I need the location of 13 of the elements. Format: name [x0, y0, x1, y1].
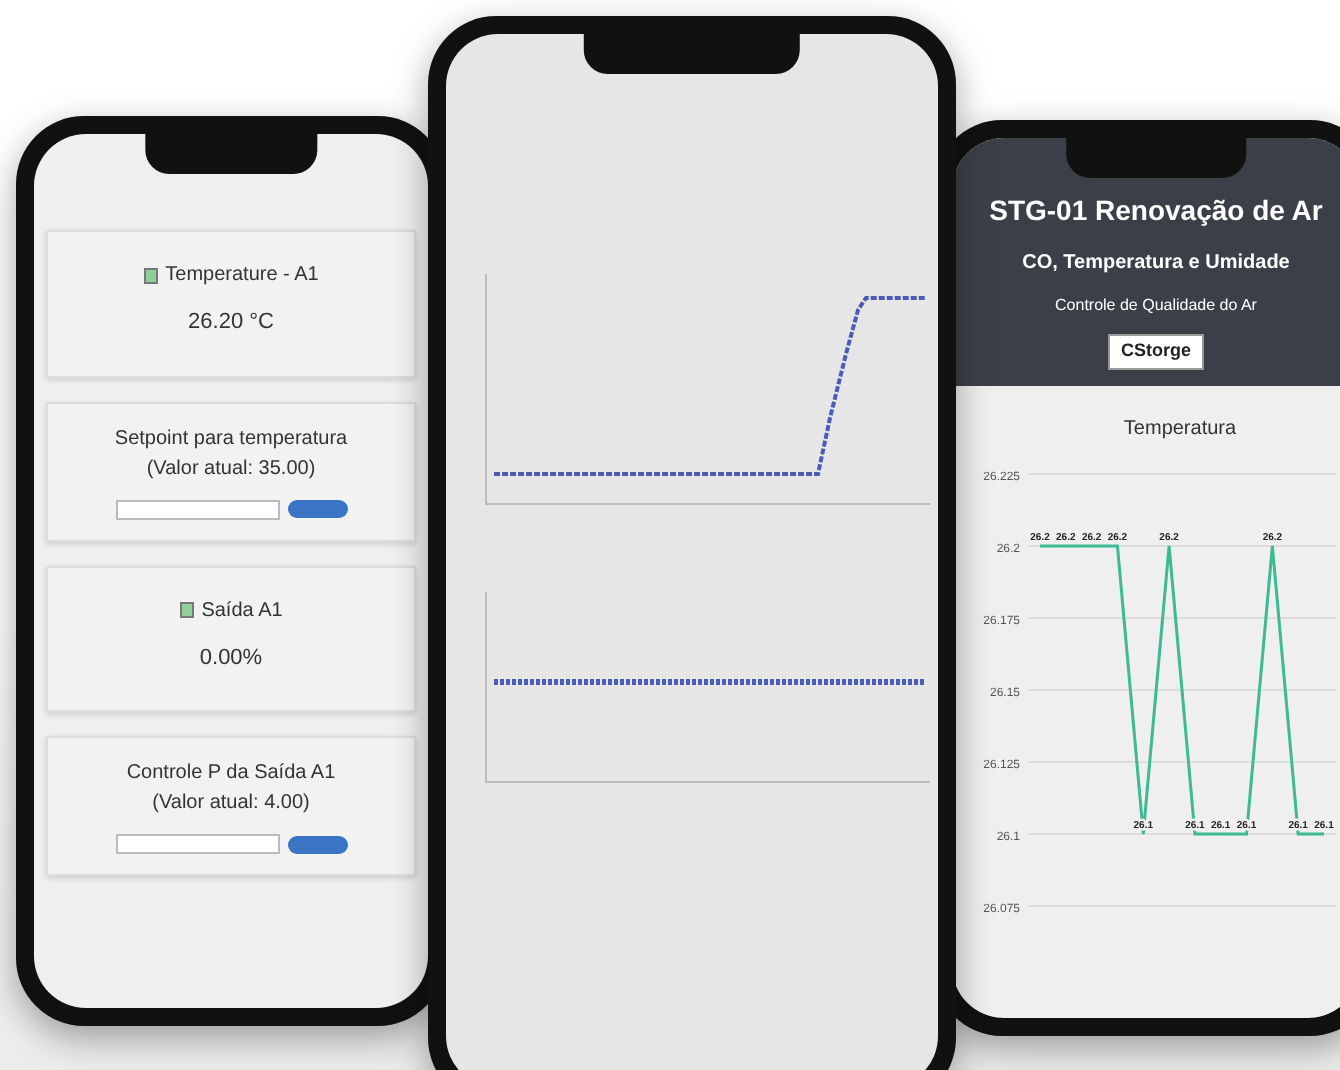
logo: CStorge: [1108, 334, 1203, 369]
card-title: Controle P da Saída A1: [124, 760, 338, 788]
card-subtitle: (Valor atual: 4.00): [150, 790, 312, 818]
report-title: STG-01 Renovação de Ar: [989, 192, 1323, 230]
card-title: Saída A1: [201, 597, 283, 625]
reading-value: 26.20 °C: [186, 308, 276, 338]
card-subtitle: (Valor atual: 35.00): [144, 455, 318, 483]
reading-value: 0.00%: [197, 643, 265, 673]
report-subtitle: CO, Temperatura e Umidade: [1022, 250, 1290, 278]
chart-title: Temperatura: [1123, 417, 1237, 439]
card-title: Setpoint para temperatura: [112, 425, 350, 453]
report-caption: Controle de Qualidade do Ar: [1055, 294, 1257, 318]
card-title: Temperature - A1: [165, 262, 319, 290]
